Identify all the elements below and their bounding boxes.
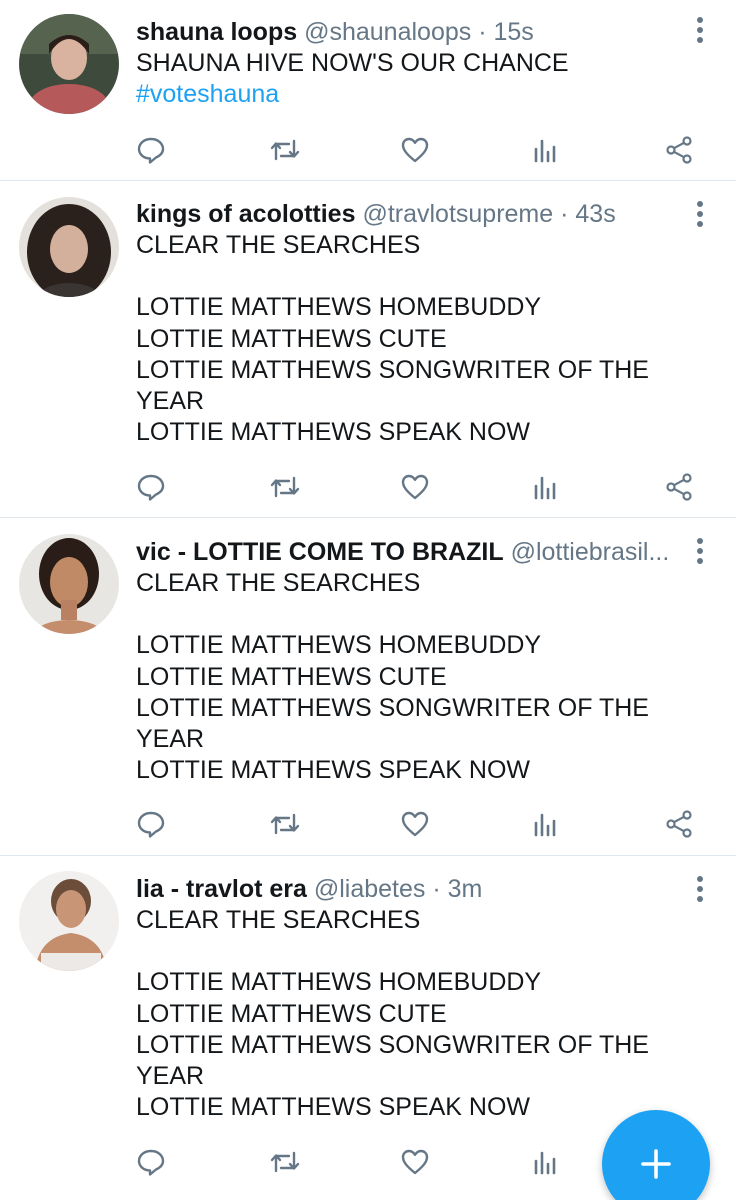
share-button[interactable] [659,804,699,844]
tweet-header: vic - LOTTIE COME TO BRAZIL @lottiebrasi… [136,536,686,568]
display-name[interactable]: vic - LOTTIE COME TO BRAZIL [136,538,504,566]
tweet-item[interactable]: kings of acolotties @travlotsupreme · 43… [0,181,736,518]
more-vertical-icon [697,538,703,544]
display-name[interactable]: kings of acolotties [136,200,355,228]
like-button[interactable] [395,467,435,507]
tweet-text: SHAUNA HIVE NOW'S OUR CHANCE #voteshauna [136,48,686,110]
retweet-button[interactable] [265,467,305,507]
share-icon [666,810,692,838]
share-button[interactable] [659,130,699,170]
retweet-icon [270,139,300,161]
retweet-icon [270,476,300,498]
tweet-text: CLEAR THE SEARCHES LOTTIE MATTHEWS HOMEB… [136,569,649,785]
reply-icon [137,474,165,501]
tweet-content: lia - travlot era @liabetes · 3m CLEAR T… [136,873,686,1123]
reply-button[interactable] [131,1142,171,1182]
heart-icon [401,474,429,500]
analytics-button[interactable] [526,130,566,170]
more-options-button[interactable] [686,534,714,568]
timestamp[interactable]: 3m [448,875,483,903]
reply-button[interactable] [131,130,171,170]
tweet-content: shauna loops @shaunaloops · 15s SHAUNA H… [136,16,686,110]
analytics-icon [534,1151,556,1175]
display-name[interactable]: lia - travlot era [136,875,307,903]
retweet-icon [270,1151,300,1173]
plus-icon [641,1149,671,1179]
tweet-text: CLEAR THE SEARCHES LOTTIE MATTHEWS HOMEB… [136,231,649,447]
more-options-button[interactable] [686,872,714,906]
reply-icon [137,137,165,164]
analytics-icon [534,139,556,163]
like-button[interactable] [395,1142,435,1182]
tweet-feed: shauna loops @shaunaloops · 15s SHAUNA H… [0,0,736,1200]
separator-dot: · [560,200,569,228]
retweet-button[interactable] [265,804,305,844]
retweet-icon [270,813,300,835]
reply-icon [137,1149,165,1176]
like-button[interactable] [395,130,435,170]
share-button[interactable] [659,467,699,507]
timestamp[interactable]: 43s [575,200,615,228]
share-icon [666,473,692,501]
tweet-header: kings of acolotties @travlotsupreme · 43… [136,198,686,230]
analytics-icon [534,813,556,837]
tweet-header: shauna loops @shaunaloops · 15s [136,16,686,48]
user-handle[interactable]: @travlotsupreme [362,200,553,228]
user-handle[interactable]: @liabetes [314,875,426,903]
display-name[interactable]: shauna loops [136,18,297,46]
tweet-item[interactable]: vic - LOTTIE COME TO BRAZIL @lottiebrasi… [0,518,736,856]
heart-icon [401,137,429,163]
avatar[interactable] [19,534,119,634]
more-vertical-icon [697,876,703,882]
user-handle[interactable]: @shaunaloops [304,18,471,46]
tweet-content: kings of acolotties @travlotsupreme · 43… [136,198,686,448]
separator-dot: · [432,875,441,903]
tweet-item[interactable]: shauna loops @shaunaloops · 15s SHAUNA H… [0,0,736,181]
timestamp[interactable]: 15s [494,18,534,46]
heart-icon [401,1149,429,1175]
retweet-button[interactable] [265,1142,305,1182]
action-bar [0,804,736,844]
share-icon [666,136,692,164]
action-bar [0,467,736,507]
user-handle[interactable]: @lottiebrasil... [511,538,670,566]
retweet-button[interactable] [265,130,305,170]
more-vertical-icon [697,201,703,207]
avatar[interactable] [19,871,119,971]
analytics-button[interactable] [526,467,566,507]
tweet-header: lia - travlot era @liabetes · 3m [136,873,686,905]
action-bar [0,130,736,170]
tweet-content: vic - LOTTIE COME TO BRAZIL @lottiebrasi… [136,536,686,786]
tweet-text-body: SHAUNA HIVE NOW'S OUR CHANCE [136,49,569,77]
avatar[interactable] [19,14,119,114]
like-button[interactable] [395,804,435,844]
analytics-button[interactable] [526,804,566,844]
tweet-text: CLEAR THE SEARCHES LOTTIE MATTHEWS HOMEB… [136,906,649,1122]
reply-button[interactable] [131,804,171,844]
avatar[interactable] [19,197,119,297]
reply-icon [137,811,165,838]
hashtag-link[interactable]: #voteshauna [136,79,686,110]
reply-button[interactable] [131,467,171,507]
separator-dot: · [478,18,487,46]
more-options-button[interactable] [686,13,714,47]
more-options-button[interactable] [686,197,714,231]
heart-icon [401,811,429,837]
analytics-button[interactable] [526,1142,566,1182]
more-vertical-icon [697,17,703,23]
analytics-icon [534,476,556,500]
